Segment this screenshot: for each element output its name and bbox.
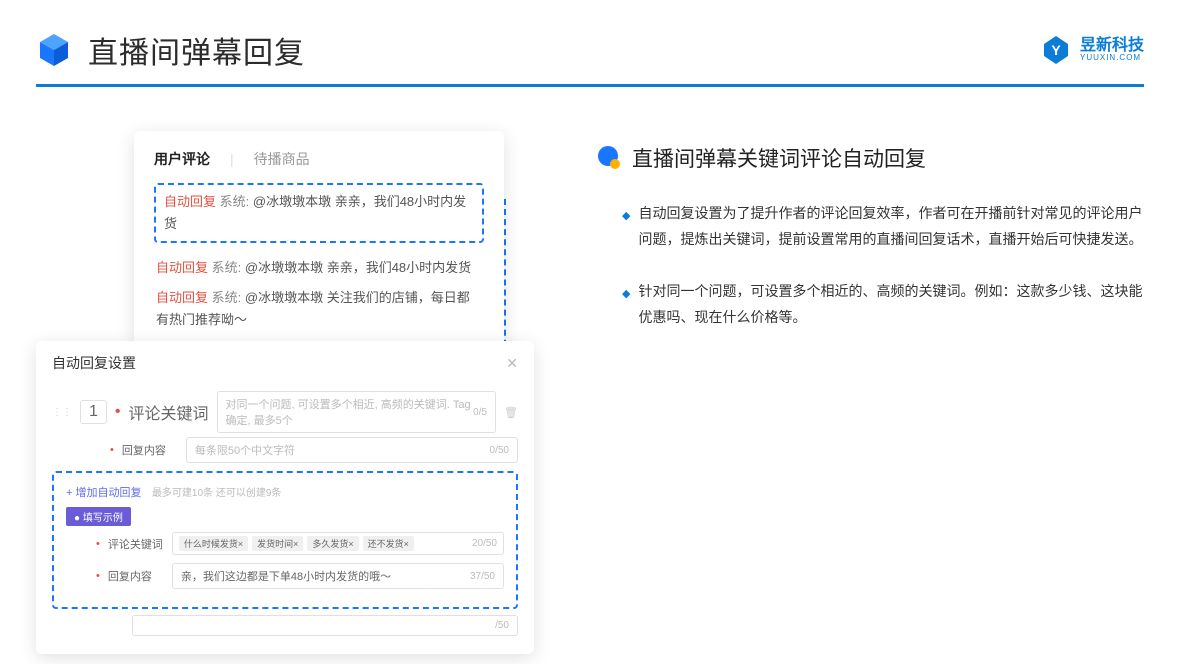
example-keyword-input[interactable]: 什么时候发货× 发货时间× 多久发货× 还不发货× 20/50 xyxy=(172,532,504,555)
system-tag: 系统: xyxy=(212,260,242,275)
brand-name-en: YUUXIN.COM xyxy=(1080,54,1144,62)
content-count: 0/50 xyxy=(490,445,509,456)
cube-logo-icon xyxy=(36,32,72,68)
drag-handle-icon[interactable]: ⋮⋮ xyxy=(52,407,72,418)
title-group: 直播间弹幕回复 xyxy=(36,28,305,72)
overflow-row: /50 xyxy=(52,615,518,636)
tab-user-comments[interactable]: 用户评论 xyxy=(154,149,210,169)
content-label: 回复内容 xyxy=(122,442,178,458)
required-dot: • xyxy=(110,444,114,456)
keyword-tag[interactable]: 发货时间× xyxy=(252,536,303,551)
example-keyword-row: • 评论关键词 什么时候发货× 发货时间× 多久发货× 还不发货× 20/50 xyxy=(66,532,504,555)
highlighted-comment: 自动回复 系统: @冰墩墩本墩 亲亲，我们48小时内发货 xyxy=(154,183,484,243)
comment-text: @冰墩墩本墩 亲亲，我们48小时内发货 xyxy=(245,260,471,275)
keyword-count: 0/5 xyxy=(473,407,487,418)
required-dot: • xyxy=(96,570,100,582)
add-auto-reply-link[interactable]: + 增加自动回复 xyxy=(66,487,141,499)
auto-reply-tag: 自动回复 xyxy=(156,290,208,305)
content-row: • 回复内容 每条限50个中文字符 0/50 xyxy=(52,437,518,463)
screenshot-mockups: 用户评论 | 待播商品 自动回复 系统: @冰墩墩本墩 亲亲，我们48小时内发货… xyxy=(36,131,536,611)
bullet-item: ◆ 自动回复设置为了提升作者的评论回复效率，作者可在开播前针对常见的评论用户问题… xyxy=(596,201,1144,253)
add-rule-row: + 增加自动回复 最多可建10条 还可以创建9条 xyxy=(66,483,504,501)
example-highlight-box: + 增加自动回复 最多可建10条 还可以创建9条 ● 填写示例 • 评论关键词 … xyxy=(52,471,518,609)
overflow-count: /50 xyxy=(495,620,509,631)
rule-index: 1 xyxy=(80,400,107,424)
section-heading: 直播间弹幕关键词评论自动回复 xyxy=(596,143,1144,173)
brand-logo-icon: Y xyxy=(1040,34,1072,66)
auto-reply-settings-panel: 自动回复设置 ✕ ⋮⋮ 1 • 评论关键词 对同一个问题, 可设置多个相近, 高… xyxy=(36,341,534,654)
close-icon[interactable]: ✕ xyxy=(506,355,518,372)
section-title: 直播间弹幕关键词评论自动回复 xyxy=(632,143,926,173)
svg-text:Y: Y xyxy=(1051,42,1061,58)
settings-header: 自动回复设置 ✕ xyxy=(52,353,518,373)
bullet-item: ◆ 针对同一个问题，可设置多个相近的、高频的关键词。例如：这款多少钱、这块能优惠… xyxy=(596,279,1144,331)
required-dot: • xyxy=(96,538,100,550)
example-badge: ● 填写示例 xyxy=(66,507,131,526)
keyword-row: ⋮⋮ 1 • 评论关键词 对同一个问题, 可设置多个相近, 高频的关键词. Ta… xyxy=(52,387,518,437)
ex-content-text: 亲，我们这边都是下单48小时内发货的哦～ xyxy=(181,568,391,584)
brand-name-cn: 昱新科技 xyxy=(1080,38,1144,54)
chat-bubble-icon xyxy=(596,145,622,171)
delete-icon[interactable]: 🗑 xyxy=(504,406,518,419)
tag-list: 什么时候发货× 发货时间× 多久发货× 还不发货× xyxy=(179,536,414,551)
diamond-icon: ◆ xyxy=(622,206,630,253)
auto-reply-tag: 自动回复 xyxy=(164,194,216,209)
example-content-input[interactable]: 亲，我们这边都是下单48小时内发货的哦～ 37/50 xyxy=(172,563,504,589)
brand-logo-group: Y 昱新科技 YUUXIN.COM xyxy=(1040,34,1144,66)
slide-header: 直播间弹幕回复 Y 昱新科技 YUUXIN.COM xyxy=(0,0,1180,84)
keyword-tag[interactable]: 多久发货× xyxy=(307,536,358,551)
ex-keyword-label: 评论关键词 xyxy=(108,536,164,552)
content-placeholder: 每条限50个中文字符 xyxy=(195,442,295,458)
settings-title: 自动回复设置 xyxy=(52,353,136,373)
bullet-text: 针对同一个问题，可设置多个相近的、高频的关键词。例如：这款多少钱、这块能优惠吗、… xyxy=(638,279,1144,331)
keyword-tag[interactable]: 什么时候发货× xyxy=(179,536,248,551)
auto-reply-tag: 自动回复 xyxy=(156,260,208,275)
overflow-input[interactable]: /50 xyxy=(132,615,518,636)
content-input[interactable]: 每条限50个中文字符 0/50 xyxy=(186,437,518,463)
ex-content-label: 回复内容 xyxy=(108,568,164,584)
example-content-row: • 回复内容 亲，我们这边都是下单48小时内发货的哦～ 37/50 xyxy=(66,563,504,589)
content-area: 用户评论 | 待播商品 自动回复 系统: @冰墩墩本墩 亲亲，我们48小时内发货… xyxy=(0,87,1180,611)
comment-row: 自动回复 系统: @冰墩墩本墩 亲亲，我们48小时内发货 xyxy=(154,253,484,283)
keyword-input[interactable]: 对同一个问题, 可设置多个相近, 高频的关键词. Tag确定, 最多5个 0/5 xyxy=(217,391,497,433)
page-title: 直播间弹幕回复 xyxy=(88,28,305,72)
required-dot: • xyxy=(115,403,121,421)
add-hint: 最多可建10条 还可以创建9条 xyxy=(152,488,281,499)
keyword-label: 评论关键词 xyxy=(129,400,209,424)
ex-keyword-count: 20/50 xyxy=(472,538,497,549)
explanation-panel: 直播间弹幕关键词评论自动回复 ◆ 自动回复设置为了提升作者的评论回复效率，作者可… xyxy=(596,131,1144,611)
keyword-tag[interactable]: 还不发货× xyxy=(363,536,414,551)
comment-row: 自动回复 系统: @冰墩墩本墩 亲亲，我们48小时内发货 xyxy=(164,191,474,235)
brand-text: 昱新科技 YUUXIN.COM xyxy=(1080,38,1144,62)
ex-content-count: 37/50 xyxy=(470,571,495,582)
system-tag: 系统: xyxy=(220,194,250,209)
keyword-placeholder: 对同一个问题, 可设置多个相近, 高频的关键词. Tag确定, 最多5个 xyxy=(226,396,474,428)
system-tag: 系统: xyxy=(212,290,242,305)
diamond-icon: ◆ xyxy=(622,284,630,331)
bullet-text: 自动回复设置为了提升作者的评论回复效率，作者可在开播前针对常见的评论用户问题，提… xyxy=(638,201,1144,253)
tab-products[interactable]: 待播商品 xyxy=(254,149,310,169)
comments-tabs: 用户评论 | 待播商品 xyxy=(154,149,484,169)
comments-panel: 用户评论 | 待播商品 自动回复 系统: @冰墩墩本墩 亲亲，我们48小时内发货… xyxy=(134,131,504,349)
comment-row: 自动回复 系统: @冰墩墩本墩 关注我们的店铺，每日都有热门推荐呦～ xyxy=(154,283,484,335)
tab-divider: | xyxy=(230,151,234,167)
